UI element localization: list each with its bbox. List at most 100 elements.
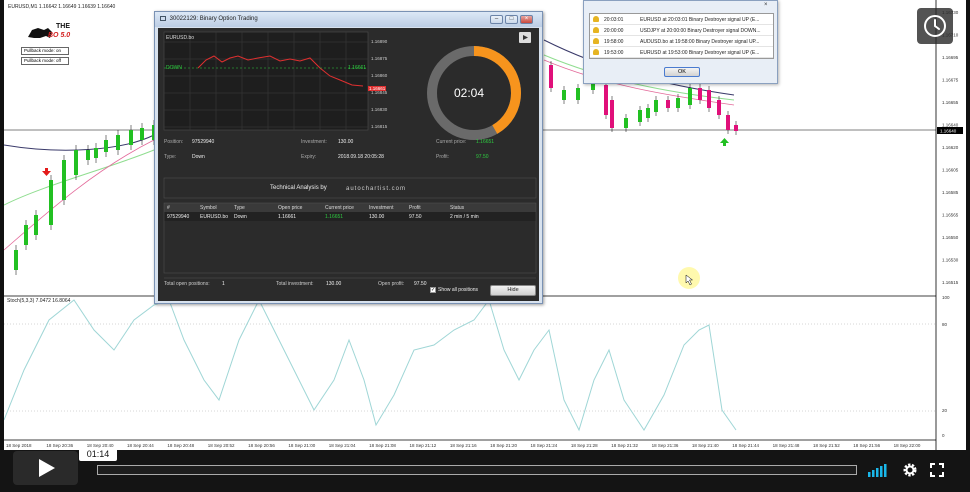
bell-icon [593, 38, 599, 44]
alert-row[interactable]: 19:53:00 EURUSD at 19:53:00 Binary Destro… [590, 47, 773, 58]
position-label: Position: [164, 139, 184, 145]
candle [576, 88, 580, 100]
play-icon-button[interactable] [519, 32, 531, 43]
table-cell: 1.16661 [278, 214, 297, 220]
candle [49, 180, 53, 225]
show-all-checkbox[interactable]: ✓ [430, 287, 436, 293]
table-cell: Down [234, 214, 247, 220]
time-tick: 18 Sep 2018 [6, 443, 32, 448]
candle [549, 65, 553, 88]
candle [104, 140, 108, 152]
play-button[interactable] [13, 451, 78, 485]
close-button[interactable]: × [520, 15, 533, 24]
column-header[interactable]: Status [450, 205, 464, 211]
bell-icon [593, 16, 599, 22]
alert-close-button[interactable]: × [764, 2, 768, 8]
stoch-tick: 20 [942, 408, 948, 413]
candle [129, 130, 133, 145]
price-tick: 1.16655 [942, 100, 959, 105]
investment-label: Investment: [301, 139, 327, 145]
time-tick: 18 Sep 20:52 [208, 443, 235, 448]
time-tick: 18 Sep 20:48 [167, 443, 194, 448]
stoch-tick: 100 [942, 295, 950, 300]
column-header[interactable]: Symbol [200, 205, 217, 211]
column-header[interactable]: Open price [278, 205, 302, 211]
pullback-on-button[interactable]: Pullback mode: on [21, 47, 69, 55]
clock-icon [924, 15, 946, 37]
pullback-off-button[interactable]: Pullback mode: off [21, 57, 69, 65]
table-cell: 2 min / 5 min [450, 214, 479, 220]
logo: THE BO 5.0 [26, 22, 72, 44]
mini-price-tag: 1.16661 [348, 65, 367, 71]
open-profit-label: Open profit: [378, 281, 405, 287]
time-tick: 18 Sep 21:08 [369, 443, 396, 448]
column-header[interactable]: # [167, 205, 170, 211]
sell-arrow-icon [42, 168, 51, 176]
stoch-axis: 100 80 20 0 [942, 295, 950, 438]
time-tick: 18 Sep 21:16 [450, 443, 477, 448]
candle [666, 100, 670, 108]
watch-later-button[interactable] [917, 8, 953, 44]
show-all-label: Show all positions [438, 287, 479, 293]
stoch-tick: 80 [942, 322, 948, 327]
price-tick: 1.16530 [942, 258, 959, 263]
expiry-value: 2018.09.18 20:05:28 [338, 154, 384, 160]
table-cell: EURUSD.bo [200, 214, 229, 220]
investment-value: 130.00 [338, 139, 354, 145]
open-profit-value: 97.50 [414, 281, 427, 287]
mini-current-tag: 1.16661 [369, 86, 386, 91]
player-controls [0, 450, 970, 492]
maximize-button[interactable]: □ [505, 15, 518, 24]
candle [62, 160, 66, 200]
alert-time: 20:00:00 [604, 28, 624, 34]
price-tick: 1.16695 [942, 55, 959, 60]
table-cell: 97.50 [409, 214, 422, 220]
alert-row[interactable]: 20:03:01 EURUSD at 20:03:01 Binary Destro… [590, 14, 773, 25]
alert-message: EURUSD at 20:03:01 Binary Destroyer sign… [640, 17, 760, 23]
column-header[interactable]: Investment [369, 205, 393, 211]
type-label: Type: [164, 154, 177, 160]
settings-gear-icon[interactable] [902, 462, 918, 478]
time-tick: 18 Sep 20:44 [127, 443, 154, 448]
current-price-value: 1.16651 [476, 139, 495, 145]
total-investment-value: 130.00 [326, 281, 342, 287]
expiry-label: Expiry: [301, 154, 317, 160]
table-cell: 130.00 [369, 214, 385, 220]
timer: 02:04 [454, 86, 485, 100]
candle [638, 110, 642, 122]
column-header[interactable]: Current price [325, 205, 354, 211]
minimize-button[interactable]: – [490, 15, 503, 24]
candle [604, 85, 608, 115]
ok-button[interactable]: OK [664, 67, 700, 77]
column-header[interactable]: Type [234, 205, 245, 211]
candle [24, 225, 28, 245]
autochartist-logo[interactable]: autochartist.com [346, 186, 406, 192]
alert-row[interactable]: 20:00:00 USDJPY at 20:00:00 Binary Destro… [590, 25, 773, 36]
video-player: 1.167301.167101.166951.166751.166551.166… [0, 0, 970, 492]
down-label: DOWN [166, 65, 182, 71]
candle [14, 250, 18, 270]
logo-version: BO 5.0 [48, 32, 71, 39]
time-tick: 18 Sep 21:28 [571, 443, 598, 448]
price-tick: 1.16550 [942, 235, 959, 240]
fullscreen-icon[interactable] [930, 463, 944, 477]
buy-arrow-icon [720, 138, 729, 146]
hide-button[interactable]: Hide [490, 285, 536, 296]
column-header[interactable]: Profit [409, 205, 421, 211]
candle [116, 135, 120, 150]
alert-time: 19:58:00 [604, 39, 624, 45]
chart-header: EURUSD,M1 1.16642 1.16649 1.16639 1.1664… [8, 4, 116, 10]
candle [140, 128, 144, 140]
progress-bar[interactable] [97, 465, 857, 475]
logo-text: THE [56, 23, 70, 30]
alert-row[interactable]: 19:58:00 AUDUSD.bo at 19:58:00 Binary Des… [590, 36, 773, 47]
mini-tick: 1.16875 [371, 56, 388, 61]
alert-message: AUDUSD.bo at 19:58:00 Binary Destroyer s… [640, 39, 760, 45]
volume-icon[interactable] [867, 463, 891, 477]
time-tick: 18 Sep 21:20 [490, 443, 517, 448]
price-tick: 1.16640 [942, 123, 959, 128]
price-tick: 1.16605 [942, 168, 959, 173]
binary-option-window: 30022129: Binary Option Trading – □ × 1.… [154, 11, 543, 304]
alert-message: USDJPY at 20:00:00 Binary Destroyer sign… [640, 28, 761, 34]
time-tick: 18 Sep 21:32 [611, 443, 638, 448]
